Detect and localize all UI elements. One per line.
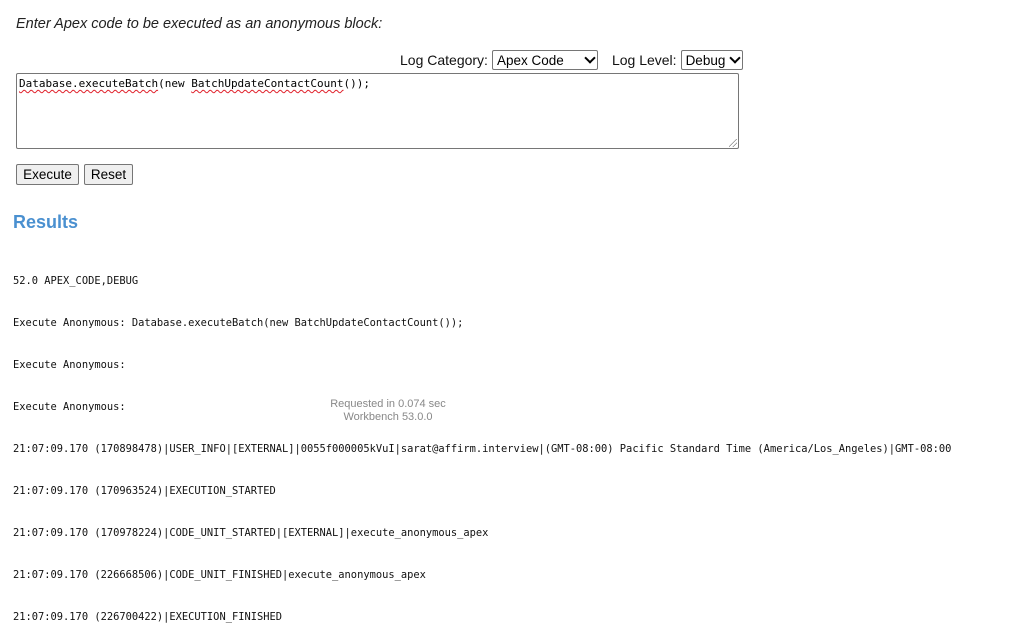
log-line: Execute Anonymous: — [13, 359, 126, 371]
log-category-select[interactable]: Apex Code — [491, 50, 598, 70]
log-category-label: Log Category: — [400, 52, 488, 68]
log-line: 52.0 APEX_CODE,DEBUG — [13, 275, 139, 287]
reset-button[interactable]: Reset — [84, 164, 133, 185]
apex-code-textarea[interactable]: Database.executeBatch(new BatchUpdateCon… — [16, 73, 739, 149]
code-token-new: (new — [158, 77, 192, 90]
results-heading: Results — [13, 212, 79, 232]
log-line: 21:07:09.170 (170978224)|CODE_UNIT_START… — [13, 527, 489, 539]
code-token-method: Database.executeBatch — [19, 77, 159, 90]
log-level-label: Log Level: — [611, 52, 677, 68]
log-line: Execute Anonymous: Database.executeBatch… — [13, 317, 464, 329]
chevron-down-icon — [728, 52, 741, 64]
code-token-end: ()); — [343, 77, 371, 90]
resize-grip-icon[interactable] — [729, 139, 737, 147]
workbench-version: Workbench 53.0.0 — [343, 410, 433, 423]
apex-prompt-label: Enter Apex code to be executed as an ano… — [16, 16, 383, 32]
log-category-value: Apex Code — [496, 52, 564, 68]
log-line: 21:07:09.170 (226700422)|EXECUTION_FINIS… — [13, 611, 282, 623]
log-line: 21:07:09.170 (226668506)|CODE_UNIT_FINIS… — [13, 569, 426, 581]
code-token-class: BatchUpdateContactCount — [191, 77, 344, 90]
log-level-value: Debug — [685, 52, 726, 68]
log-controls: Log Category: Apex Code Log Level: Debug — [400, 50, 743, 70]
footer: Requested in 0.074 sec Workbench 53.0.0 — [288, 398, 488, 423]
results-log: 52.0 APEX_CODE,DEBUG Execute Anonymous: … — [13, 246, 951, 638]
execute-button[interactable]: Execute — [16, 164, 79, 185]
log-level-select[interactable]: Debug — [680, 50, 743, 70]
log-line: 21:07:09.170 (170898478)|USER_INFO|[EXTE… — [13, 443, 952, 455]
chevron-down-icon — [584, 52, 596, 64]
request-time: Requested in 0.074 sec — [330, 398, 446, 410]
log-line: 21:07:09.170 (170963524)|EXECUTION_START… — [13, 485, 276, 497]
